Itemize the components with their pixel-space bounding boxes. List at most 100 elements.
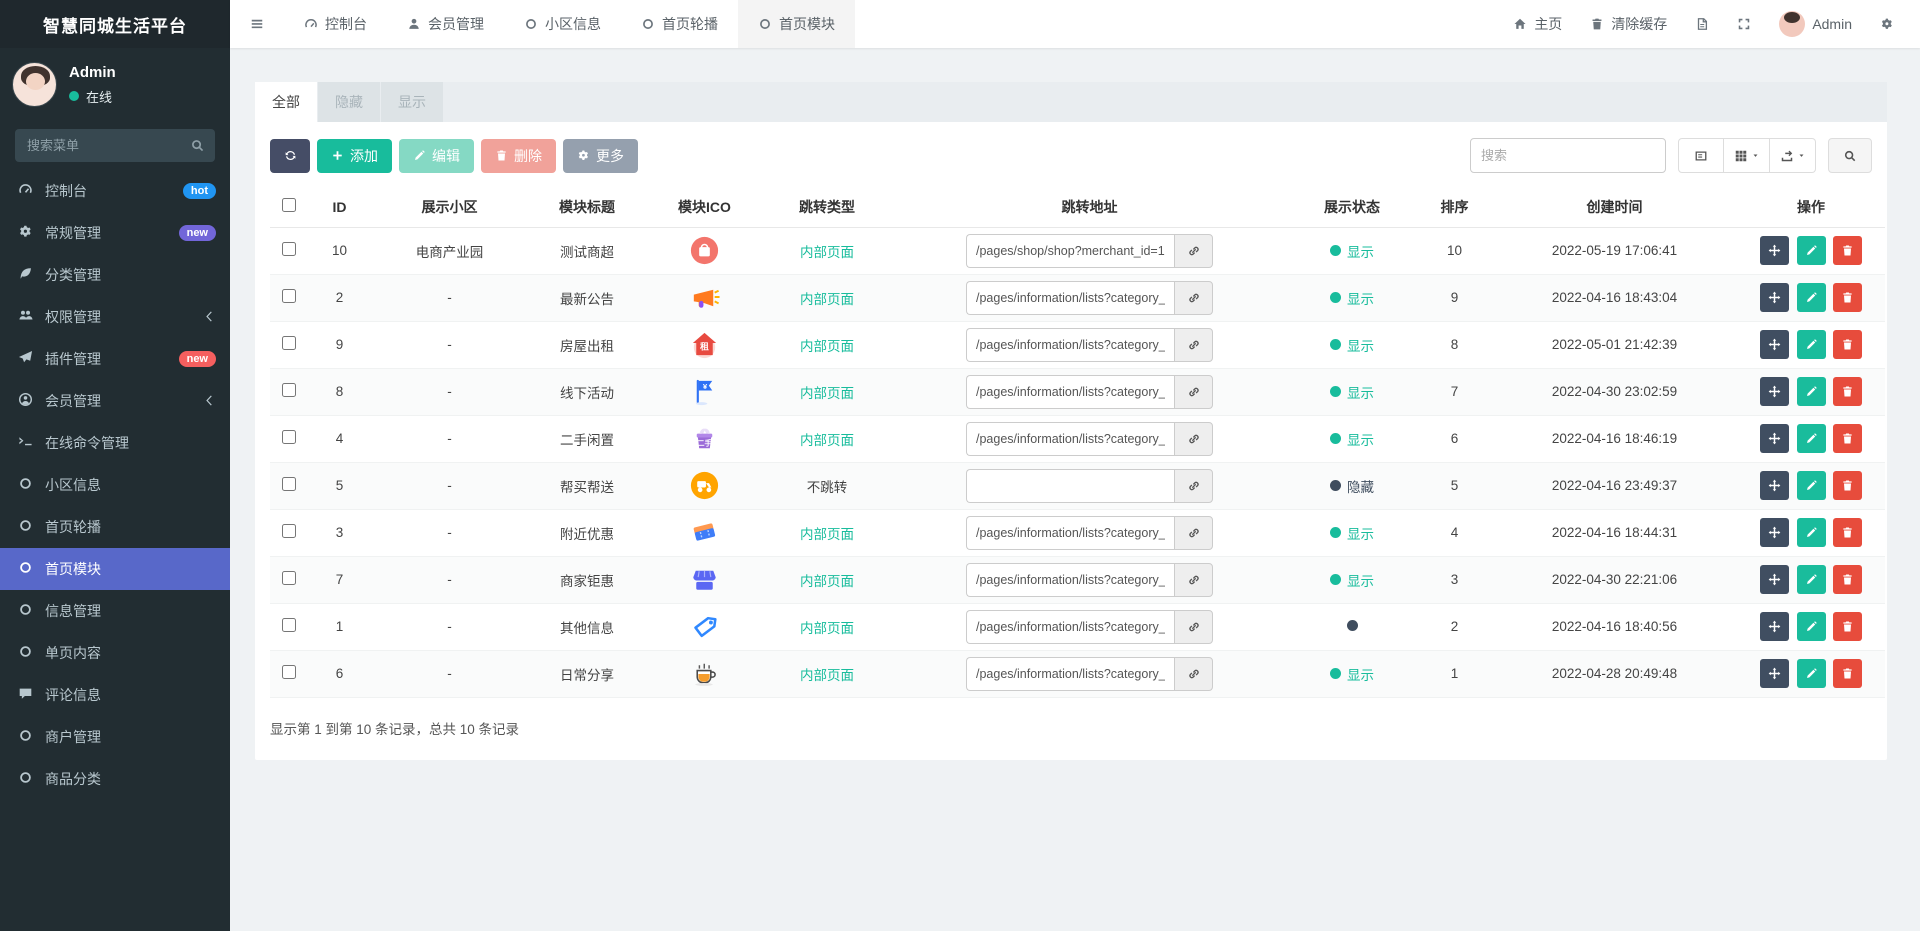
jump-url-input[interactable] (966, 233, 1174, 268)
sidebar-item-9[interactable]: 首页轮播 (0, 506, 230, 548)
row-edit-button[interactable] (1796, 330, 1826, 359)
export-button[interactable] (1770, 138, 1816, 173)
sidebar-item-4[interactable]: 权限管理 (0, 296, 230, 338)
drag-sort-button[interactable] (1759, 377, 1789, 406)
drag-sort-button[interactable] (1759, 659, 1789, 688)
filter-tab-1[interactable]: 全部 (255, 82, 318, 122)
sidebar-item-3[interactable]: 分类管理 (0, 254, 230, 296)
jump-url-input[interactable] (966, 468, 1174, 503)
sidebar-item-10[interactable]: 首页模块 (0, 548, 230, 590)
jump-url-input[interactable] (966, 656, 1174, 691)
link-button[interactable] (1174, 233, 1213, 268)
link-button[interactable] (1174, 421, 1213, 456)
row-edit-button[interactable] (1796, 283, 1826, 312)
drag-sort-button[interactable] (1759, 518, 1789, 547)
nav-tab-2[interactable]: 会员管理 (387, 0, 504, 48)
filter-tab-3[interactable]: 显示 (381, 82, 444, 122)
row-edit-button[interactable] (1796, 236, 1826, 265)
drag-sort-button[interactable] (1759, 283, 1789, 312)
select-all-checkbox[interactable] (281, 198, 296, 213)
language-button[interactable] (1681, 0, 1723, 48)
sidebar-item-12[interactable]: 单页内容 (0, 632, 230, 674)
row-checkbox[interactable] (281, 336, 296, 350)
nav-tab-5[interactable]: 首页模块 (738, 0, 855, 48)
detail-view-button[interactable] (1678, 138, 1724, 173)
row-checkbox[interactable] (281, 524, 296, 538)
jump-url-input[interactable] (966, 562, 1174, 597)
row-delete-button[interactable] (1833, 424, 1863, 453)
sidebar-item-1[interactable]: 控制台 hot (0, 170, 230, 212)
settings-button[interactable] (1866, 0, 1908, 48)
jump-url-input[interactable] (966, 280, 1174, 315)
sidebar-item-8[interactable]: 小区信息 (0, 464, 230, 506)
sidebar-item-14[interactable]: 商户管理 (0, 716, 230, 758)
sidebar-item-7[interactable]: 在线命令管理 (0, 422, 230, 464)
table-search-input[interactable] (1470, 138, 1666, 173)
more-button[interactable]: 更多 (563, 138, 638, 173)
drag-sort-button[interactable] (1759, 236, 1789, 265)
clear-cache-button[interactable]: 清除缓存 (1576, 0, 1681, 48)
delete-button[interactable]: 删除 (481, 138, 556, 173)
sidebar-item-2[interactable]: 常规管理 new (0, 212, 230, 254)
jump-url-input[interactable] (966, 515, 1174, 550)
jump-url-input[interactable] (966, 421, 1174, 456)
row-delete-button[interactable] (1833, 377, 1863, 406)
drag-sort-button[interactable] (1759, 330, 1789, 359)
row-delete-button[interactable] (1833, 518, 1863, 547)
filter-tab-2[interactable]: 隐藏 (318, 82, 381, 122)
row-checkbox[interactable] (281, 242, 296, 256)
jump-url-input[interactable] (966, 374, 1174, 409)
jump-url-input[interactable] (966, 327, 1174, 362)
refresh-button[interactable] (270, 138, 310, 173)
nav-tab-3[interactable]: 小区信息 (504, 0, 621, 48)
sidebar-item-6[interactable]: 会员管理 (0, 380, 230, 422)
row-delete-button[interactable] (1833, 330, 1863, 359)
link-button[interactable] (1174, 374, 1213, 409)
sidebar-toggle-button[interactable] (230, 0, 284, 48)
row-edit-button[interactable] (1796, 471, 1826, 500)
link-button[interactable] (1174, 327, 1213, 362)
row-delete-button[interactable] (1833, 565, 1863, 594)
nav-tab-4[interactable]: 首页轮播 (621, 0, 738, 48)
sidebar-item-5[interactable]: 插件管理 new (0, 338, 230, 380)
row-delete-button[interactable] (1833, 659, 1863, 688)
row-edit-button[interactable] (1796, 424, 1826, 453)
row-edit-button[interactable] (1796, 612, 1826, 641)
drag-sort-button[interactable] (1759, 424, 1789, 453)
sidebar-item-15[interactable]: 商品分类 (0, 758, 230, 800)
link-button[interactable] (1174, 468, 1213, 503)
row-checkbox[interactable] (281, 571, 296, 585)
add-button[interactable]: 添加 (317, 138, 392, 173)
link-button[interactable] (1174, 280, 1213, 315)
link-button[interactable] (1174, 656, 1213, 691)
row-checkbox[interactable] (281, 289, 296, 303)
row-edit-button[interactable] (1796, 565, 1826, 594)
link-button[interactable] (1174, 515, 1213, 550)
row-edit-button[interactable] (1796, 377, 1826, 406)
jump-url-input[interactable] (966, 609, 1174, 644)
columns-button[interactable] (1724, 138, 1770, 173)
row-checkbox[interactable] (281, 618, 296, 632)
row-edit-button[interactable] (1796, 659, 1826, 688)
sidebar-item-13[interactable]: 评论信息 (0, 674, 230, 716)
sidebar-search-input[interactable] (15, 129, 215, 162)
admin-menu[interactable]: Admin (1765, 0, 1866, 48)
drag-sort-button[interactable] (1759, 612, 1789, 641)
home-link[interactable]: 主页 (1499, 0, 1576, 48)
drag-sort-button[interactable] (1759, 565, 1789, 594)
link-button[interactable] (1174, 609, 1213, 644)
row-checkbox[interactable] (281, 383, 296, 397)
link-button[interactable] (1174, 562, 1213, 597)
row-delete-button[interactable] (1833, 612, 1863, 641)
row-checkbox[interactable] (281, 477, 296, 491)
search-toggle-button[interactable] (1828, 138, 1872, 173)
edit-button[interactable]: 编辑 (399, 138, 474, 173)
row-delete-button[interactable] (1833, 471, 1863, 500)
nav-tab-1[interactable]: 控制台 (284, 0, 387, 48)
row-edit-button[interactable] (1796, 518, 1826, 547)
row-checkbox[interactable] (281, 665, 296, 679)
drag-sort-button[interactable] (1759, 471, 1789, 500)
row-delete-button[interactable] (1833, 283, 1863, 312)
row-checkbox[interactable] (281, 430, 296, 444)
row-delete-button[interactable] (1833, 236, 1863, 265)
